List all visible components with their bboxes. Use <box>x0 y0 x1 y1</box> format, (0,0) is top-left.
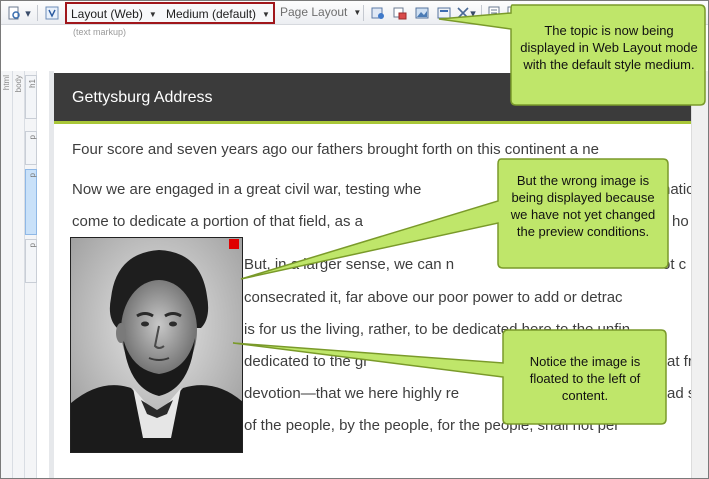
callout-middle-text: But the wrong image is being displayed b… <box>510 173 656 239</box>
callout-top-text: The topic is now being displayed in Web … <box>520 23 698 72</box>
callout-bottom-text: Notice the image is floated to the left … <box>529 354 641 403</box>
editor-window: ▾ Layout (Web) ▼ Medium (default) ▼ Page L… <box>0 0 709 479</box>
